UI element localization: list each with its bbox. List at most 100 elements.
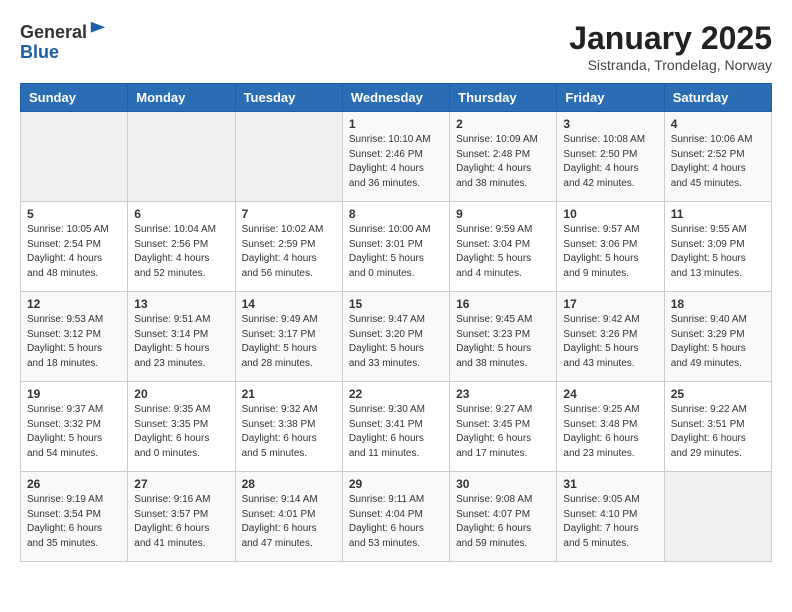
header-day-saturday: Saturday <box>664 84 771 112</box>
day-info: Sunrise: 9:51 AM Sunset: 3:14 PM Dayligh… <box>134 313 228 371</box>
day-number: 1 <box>349 117 443 131</box>
header: General Blue January 2025 Sistranda, Tro… <box>20 20 772 73</box>
day-info: Sunrise: 9:32 AM Sunset: 3:38 PM Dayligh… <box>242 403 336 461</box>
logo-blue: Blue <box>20 42 59 62</box>
day-number: 25 <box>671 387 765 401</box>
day-info: Sunrise: 9:14 AM Sunset: 4:01 PM Dayligh… <box>242 493 336 551</box>
day-info: Sunrise: 10:09 AM Sunset: 2:48 PM Daylig… <box>456 133 550 191</box>
calendar-cell <box>21 112 128 202</box>
calendar-cell: 25 Sunrise: 9:22 AM Sunset: 3:51 PM Dayli… <box>664 382 771 472</box>
day-info: Sunrise: 10:04 AM Sunset: 2:56 PM Daylig… <box>134 223 228 281</box>
day-number: 19 <box>27 387 121 401</box>
header-day-tuesday: Tuesday <box>235 84 342 112</box>
calendar-cell: 22 Sunrise: 9:30 AM Sunset: 3:41 PM Dayli… <box>342 382 449 472</box>
calendar-cell: 14Sunrise: 9:49 AM Sunset: 3:17 PM Dayli… <box>235 292 342 382</box>
day-number: 27 <box>134 477 228 491</box>
day-number: 10 <box>563 207 657 221</box>
calendar-cell: 26 Sunrise: 9:19 AM Sunset: 3:54 PM Dayli… <box>21 472 128 562</box>
header-day-monday: Monday <box>128 84 235 112</box>
calendar-table: SundayMondayTuesdayWednesdayThursdayFrid… <box>20 83 772 562</box>
calendar-cell <box>128 112 235 202</box>
day-info: Sunrise: 9:37 AM Sunset: 3:32 PM Dayligh… <box>27 403 121 461</box>
calendar-cell: 13 Sunrise: 9:51 AM Sunset: 3:14 PM Dayli… <box>128 292 235 382</box>
header-day-thursday: Thursday <box>450 84 557 112</box>
day-info: Sunrise: 9:40 AM Sunset: 3:29 PM Dayligh… <box>671 313 765 371</box>
calendar-week-3: 12 Sunrise: 9:53 AM Sunset: 3:12 PM Dayli… <box>21 292 772 382</box>
day-number: 5 <box>27 207 121 221</box>
day-number: 22 <box>349 387 443 401</box>
calendar-subtitle: Sistranda, Trondelag, Norway <box>569 57 772 73</box>
calendar-cell: 19 Sunrise: 9:37 AM Sunset: 3:32 PM Dayli… <box>21 382 128 472</box>
day-info: Sunrise: 9:05 AM Sunset: 4:10 PM Dayligh… <box>563 493 657 551</box>
header-day-friday: Friday <box>557 84 664 112</box>
calendar-week-5: 26 Sunrise: 9:19 AM Sunset: 3:54 PM Dayli… <box>21 472 772 562</box>
calendar-cell: 24Sunrise: 9:25 AM Sunset: 3:48 PM Dayli… <box>557 382 664 472</box>
title-block: January 2025 Sistranda, Trondelag, Norwa… <box>569 20 772 73</box>
day-info: Sunrise: 9:30 AM Sunset: 3:41 PM Dayligh… <box>349 403 443 461</box>
day-number: 2 <box>456 117 550 131</box>
day-info: Sunrise: 9:19 AM Sunset: 3:54 PM Dayligh… <box>27 493 121 551</box>
calendar-cell: 21 Sunrise: 9:32 AM Sunset: 3:38 PM Dayli… <box>235 382 342 472</box>
day-info: Sunrise: 9:25 AM Sunset: 3:48 PM Dayligh… <box>563 403 657 461</box>
day-info: Sunrise: 9:16 AM Sunset: 3:57 PM Dayligh… <box>134 493 228 551</box>
header-row: SundayMondayTuesdayWednesdayThursdayFrid… <box>21 84 772 112</box>
calendar-cell: 17Sunrise: 9:42 AM Sunset: 3:26 PM Dayli… <box>557 292 664 382</box>
day-info: Sunrise: 10:02 AM Sunset: 2:59 PM Daylig… <box>242 223 336 281</box>
day-number: 13 <box>134 297 228 311</box>
calendar-cell: 23 Sunrise: 9:27 AM Sunset: 3:45 PM Dayli… <box>450 382 557 472</box>
header-day-wednesday: Wednesday <box>342 84 449 112</box>
day-info: Sunrise: 10:10 AM Sunset: 2:46 PM Daylig… <box>349 133 443 191</box>
logo-general: General <box>20 22 87 42</box>
day-number: 7 <box>242 207 336 221</box>
calendar-cell: 30Sunrise: 9:08 AM Sunset: 4:07 PM Dayli… <box>450 472 557 562</box>
calendar-body: 1 Sunrise: 10:10 AM Sunset: 2:46 PM Dayli… <box>21 112 772 562</box>
calendar-cell: 6 Sunrise: 10:04 AM Sunset: 2:56 PM Dayli… <box>128 202 235 292</box>
day-number: 6 <box>134 207 228 221</box>
day-info: Sunrise: 9:47 AM Sunset: 3:20 PM Dayligh… <box>349 313 443 371</box>
calendar-cell: 10Sunrise: 9:57 AM Sunset: 3:06 PM Dayli… <box>557 202 664 292</box>
calendar-cell: 3 Sunrise: 10:08 AM Sunset: 2:50 PM Dayli… <box>557 112 664 202</box>
day-info: Sunrise: 9:22 AM Sunset: 3:51 PM Dayligh… <box>671 403 765 461</box>
logo-flag-icon <box>89 20 107 38</box>
day-number: 31 <box>563 477 657 491</box>
day-number: 9 <box>456 207 550 221</box>
day-info: Sunrise: 9:08 AM Sunset: 4:07 PM Dayligh… <box>456 493 550 551</box>
calendar-cell: 31 Sunrise: 9:05 AM Sunset: 4:10 PM Dayli… <box>557 472 664 562</box>
day-info: Sunrise: 10:00 AM Sunset: 3:01 PM Daylig… <box>349 223 443 281</box>
day-info: Sunrise: 10:08 AM Sunset: 2:50 PM Daylig… <box>563 133 657 191</box>
day-number: 15 <box>349 297 443 311</box>
calendar-cell: 11 Sunrise: 9:55 AM Sunset: 3:09 PM Dayli… <box>664 202 771 292</box>
calendar-cell: 15 Sunrise: 9:47 AM Sunset: 3:20 PM Dayli… <box>342 292 449 382</box>
day-number: 28 <box>242 477 336 491</box>
calendar-cell: 28 Sunrise: 9:14 AM Sunset: 4:01 PM Dayli… <box>235 472 342 562</box>
calendar-cell: 9 Sunrise: 9:59 AM Sunset: 3:04 PM Daylig… <box>450 202 557 292</box>
day-number: 3 <box>563 117 657 131</box>
calendar-cell: 5Sunrise: 10:05 AM Sunset: 2:54 PM Dayli… <box>21 202 128 292</box>
day-number: 23 <box>456 387 550 401</box>
calendar-week-2: 5Sunrise: 10:05 AM Sunset: 2:54 PM Dayli… <box>21 202 772 292</box>
day-number: 26 <box>27 477 121 491</box>
day-info: Sunrise: 9:53 AM Sunset: 3:12 PM Dayligh… <box>27 313 121 371</box>
calendar-cell: 8 Sunrise: 10:00 AM Sunset: 3:01 PM Dayli… <box>342 202 449 292</box>
day-info: Sunrise: 9:11 AM Sunset: 4:04 PM Dayligh… <box>349 493 443 551</box>
calendar-cell: 27 Sunrise: 9:16 AM Sunset: 3:57 PM Dayli… <box>128 472 235 562</box>
day-number: 20 <box>134 387 228 401</box>
day-number: 12 <box>27 297 121 311</box>
day-number: 21 <box>242 387 336 401</box>
calendar-cell: 7 Sunrise: 10:02 AM Sunset: 2:59 PM Dayli… <box>235 202 342 292</box>
calendar-cell: 18Sunrise: 9:40 AM Sunset: 3:29 PM Dayli… <box>664 292 771 382</box>
calendar-cell <box>235 112 342 202</box>
calendar-week-1: 1 Sunrise: 10:10 AM Sunset: 2:46 PM Dayli… <box>21 112 772 202</box>
day-info: Sunrise: 10:06 AM Sunset: 2:52 PM Daylig… <box>671 133 765 191</box>
day-number: 8 <box>349 207 443 221</box>
calendar-cell: 2 Sunrise: 10:09 AM Sunset: 2:48 PM Dayli… <box>450 112 557 202</box>
day-info: Sunrise: 9:27 AM Sunset: 3:45 PM Dayligh… <box>456 403 550 461</box>
day-number: 11 <box>671 207 765 221</box>
day-info: Sunrise: 9:45 AM Sunset: 3:23 PM Dayligh… <box>456 313 550 371</box>
day-info: Sunrise: 9:59 AM Sunset: 3:04 PM Dayligh… <box>456 223 550 281</box>
header-day-sunday: Sunday <box>21 84 128 112</box>
calendar-cell: 29Sunrise: 9:11 AM Sunset: 4:04 PM Dayli… <box>342 472 449 562</box>
day-number: 17 <box>563 297 657 311</box>
day-info: Sunrise: 9:55 AM Sunset: 3:09 PM Dayligh… <box>671 223 765 281</box>
calendar-cell <box>664 472 771 562</box>
